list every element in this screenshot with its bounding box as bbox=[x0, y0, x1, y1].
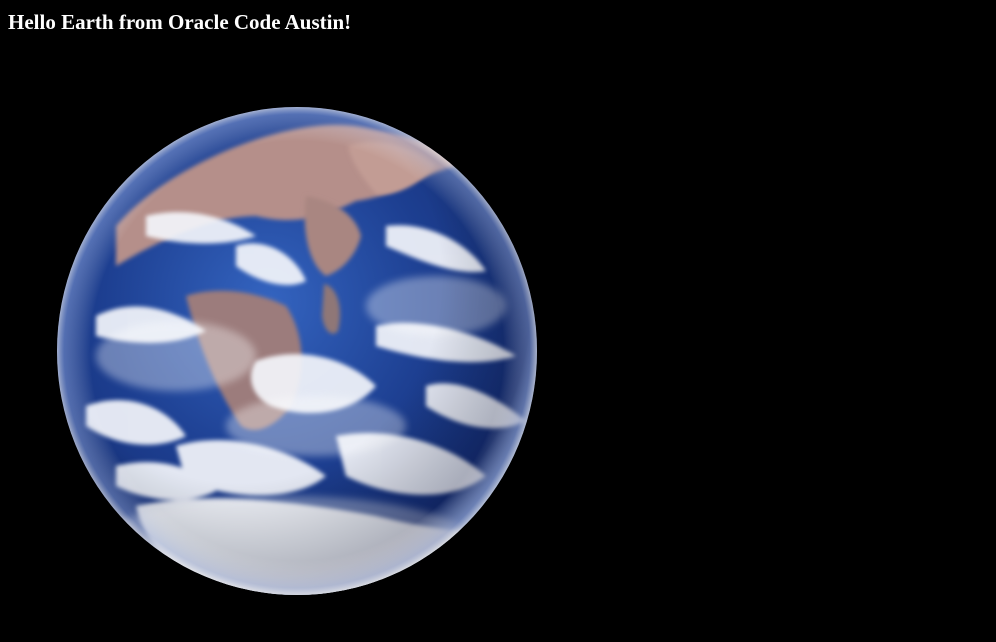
page: Hello Earth from Oracle Code Austin! bbox=[0, 0, 996, 642]
earth-image bbox=[56, 106, 538, 596]
earth-globe-icon bbox=[57, 107, 537, 595]
page-title: Hello Earth from Oracle Code Austin! bbox=[8, 10, 352, 34]
